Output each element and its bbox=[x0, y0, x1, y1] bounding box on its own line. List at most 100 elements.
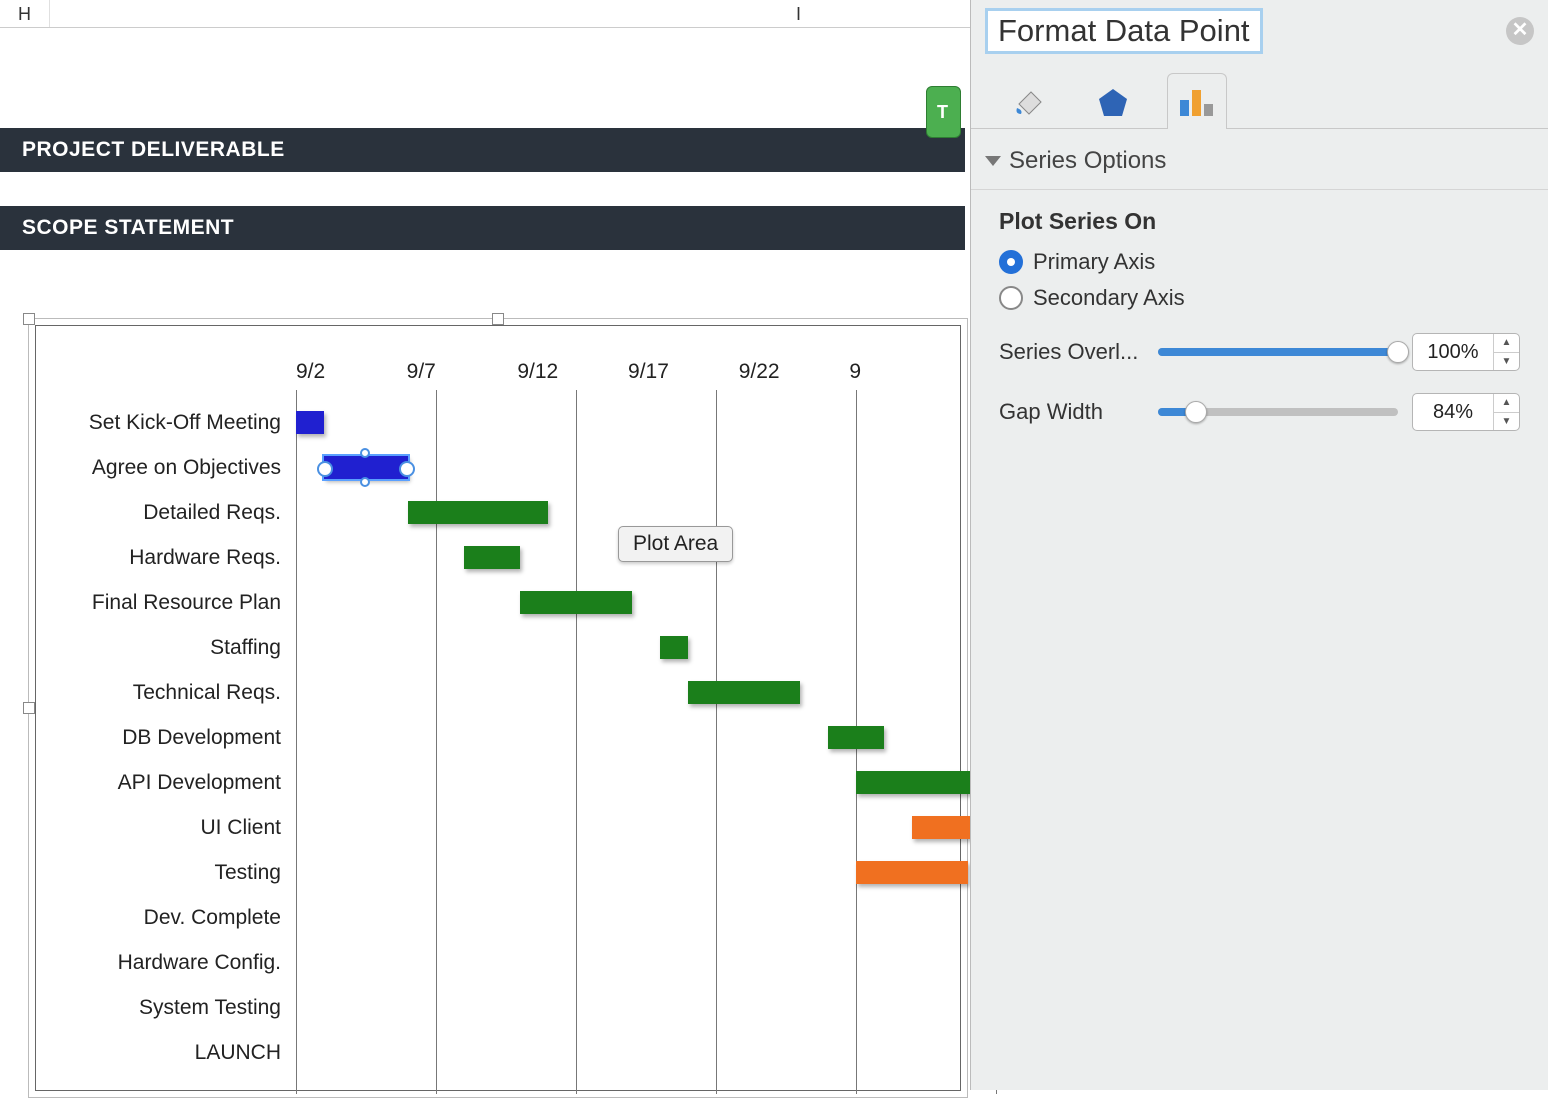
task-label: System Testing bbox=[36, 996, 291, 1020]
paint-bucket-icon bbox=[1011, 84, 1047, 120]
task-bar-area bbox=[291, 715, 960, 760]
series-options-header[interactable]: Series Options bbox=[971, 129, 1548, 190]
task-row: UI Client bbox=[36, 805, 960, 850]
slider-thumb[interactable] bbox=[1387, 341, 1409, 363]
gantt-bar[interactable] bbox=[464, 546, 520, 569]
x-tick: 9 bbox=[849, 360, 960, 388]
primary-axis-label: Primary Axis bbox=[1033, 249, 1155, 275]
chart-resize-handle-tl[interactable] bbox=[23, 313, 35, 325]
task-label: Technical Reqs. bbox=[36, 681, 291, 705]
task-label: Final Resource Plan bbox=[36, 591, 291, 615]
task-label: LAUNCH bbox=[36, 1041, 291, 1065]
task-label: Dev. Complete bbox=[36, 906, 291, 930]
pentagon-icon bbox=[1095, 84, 1131, 120]
x-tick: 9/12 bbox=[517, 360, 628, 388]
plot-series-on-label: Plot Series On bbox=[999, 208, 1520, 235]
task-label: UI Client bbox=[36, 816, 291, 840]
series-overlap-value[interactable]: 100% bbox=[1413, 334, 1493, 370]
task-bar-area bbox=[291, 760, 960, 805]
secondary-axis-radio[interactable] bbox=[999, 286, 1023, 310]
bar-chart-icon bbox=[1177, 84, 1217, 120]
gap-width-label: Gap Width bbox=[999, 399, 1144, 425]
overlap-step-up[interactable]: ▲ bbox=[1494, 334, 1519, 353]
tab-effects[interactable] bbox=[1083, 73, 1143, 129]
gap-width-row: Gap Width 84% ▲ ▼ bbox=[999, 393, 1520, 431]
task-row: Hardware Config. bbox=[36, 940, 960, 985]
task-bar-area bbox=[291, 805, 960, 850]
task-label: Testing bbox=[36, 861, 291, 885]
task-bar-area bbox=[291, 940, 960, 985]
gantt-bar[interactable] bbox=[296, 411, 324, 434]
plot-area-tooltip: Plot Area bbox=[618, 526, 733, 562]
gantt-bar[interactable] bbox=[408, 501, 548, 524]
task-label: DB Development bbox=[36, 726, 291, 750]
panel-title[interactable]: Format Data Point bbox=[985, 8, 1263, 54]
col-h-H[interactable]: H bbox=[0, 0, 50, 27]
task-label: Hardware Config. bbox=[36, 951, 291, 975]
series-overlap-slider[interactable] bbox=[1158, 340, 1398, 364]
chart-plot-area[interactable]: 9/29/79/129/179/229 Set Kick-Off Meeting… bbox=[35, 325, 961, 1091]
gantt-bar[interactable] bbox=[324, 456, 408, 479]
task-row: Hardware Reqs. bbox=[36, 535, 960, 580]
gantt-bar[interactable] bbox=[856, 861, 968, 884]
gap-step-up[interactable]: ▲ bbox=[1494, 394, 1519, 413]
format-side-panel: Format Data Point ✕ Series Options P bbox=[970, 0, 1548, 1090]
scope-statement-header: SCOPE STATEMENT bbox=[0, 206, 965, 250]
gantt-bar[interactable] bbox=[520, 591, 632, 614]
panel-title-row: Format Data Point ✕ bbox=[971, 0, 1548, 66]
task-row: API Development bbox=[36, 760, 960, 805]
task-row: DB Development bbox=[36, 715, 960, 760]
task-label: API Development bbox=[36, 771, 291, 795]
task-row: Detailed Reqs. bbox=[36, 490, 960, 535]
green-button[interactable]: T bbox=[926, 86, 961, 138]
task-bar-area bbox=[291, 985, 960, 1030]
task-row: Staffing bbox=[36, 625, 960, 670]
chart-rows: Set Kick-Off Meeting Agree on Objectives D… bbox=[36, 400, 960, 1084]
task-label: Hardware Reqs. bbox=[36, 546, 291, 570]
x-tick: 9/7 bbox=[407, 360, 518, 388]
task-row: Dev. Complete bbox=[36, 895, 960, 940]
panel-close-icon[interactable]: ✕ bbox=[1506, 17, 1534, 45]
tab-fill[interactable] bbox=[999, 73, 1059, 129]
secondary-axis-label: Secondary Axis bbox=[1033, 285, 1185, 311]
project-deliverable-header: PROJECT DELIVERABLE bbox=[0, 128, 965, 172]
task-label: Detailed Reqs. bbox=[36, 501, 291, 525]
panel-body: Plot Series On Primary Axis Secondary Ax… bbox=[971, 190, 1548, 449]
chart-x-axis-ticks: 9/29/79/129/179/229 bbox=[296, 360, 960, 388]
gap-step-down[interactable]: ▼ bbox=[1494, 413, 1519, 431]
task-label: Set Kick-Off Meeting bbox=[36, 411, 291, 435]
task-row: Agree on Objectives bbox=[36, 445, 960, 490]
primary-axis-radio-row[interactable]: Primary Axis bbox=[999, 249, 1520, 275]
series-overlap-row: Series Overl... 100% ▲ ▼ bbox=[999, 333, 1520, 371]
slider-thumb[interactable] bbox=[1185, 401, 1207, 423]
overlap-step-down[interactable]: ▼ bbox=[1494, 353, 1519, 371]
x-tick: 9/2 bbox=[296, 360, 407, 388]
task-bar-area bbox=[291, 445, 960, 490]
chart-resize-handle-tm[interactable] bbox=[492, 313, 504, 325]
series-overlap-stepper[interactable]: 100% ▲ ▼ bbox=[1412, 333, 1520, 371]
gantt-bar[interactable] bbox=[688, 681, 800, 704]
series-options-label: Series Options bbox=[1009, 147, 1166, 175]
gantt-bar[interactable] bbox=[660, 636, 688, 659]
task-row: Final Resource Plan bbox=[36, 580, 960, 625]
x-tick: 9/17 bbox=[628, 360, 739, 388]
disclosure-triangle-icon bbox=[985, 156, 1001, 166]
tab-series-options[interactable] bbox=[1167, 73, 1227, 129]
worksheet-area: T PROJECT DELIVERABLE SCOPE STATEMENT 9/… bbox=[0, 28, 965, 1090]
task-row: LAUNCH bbox=[36, 1030, 960, 1075]
task-label: Staffing bbox=[36, 636, 291, 660]
task-row: Technical Reqs. bbox=[36, 670, 960, 715]
gap-width-slider[interactable] bbox=[1158, 400, 1398, 424]
task-bar-area bbox=[291, 670, 960, 715]
primary-axis-radio[interactable] bbox=[999, 250, 1023, 274]
gantt-chart-object[interactable]: 9/29/79/129/179/229 Set Kick-Off Meeting… bbox=[28, 318, 968, 1098]
task-bar-area bbox=[291, 1030, 960, 1075]
gap-width-stepper[interactable]: 84% ▲ ▼ bbox=[1412, 393, 1520, 431]
task-row: Testing bbox=[36, 850, 960, 895]
task-row: Set Kick-Off Meeting bbox=[36, 400, 960, 445]
gap-width-value[interactable]: 84% bbox=[1413, 394, 1493, 430]
task-bar-area bbox=[291, 850, 960, 895]
chart-resize-handle-ml[interactable] bbox=[23, 702, 35, 714]
secondary-axis-radio-row[interactable]: Secondary Axis bbox=[999, 285, 1520, 311]
gantt-bar[interactable] bbox=[828, 726, 884, 749]
